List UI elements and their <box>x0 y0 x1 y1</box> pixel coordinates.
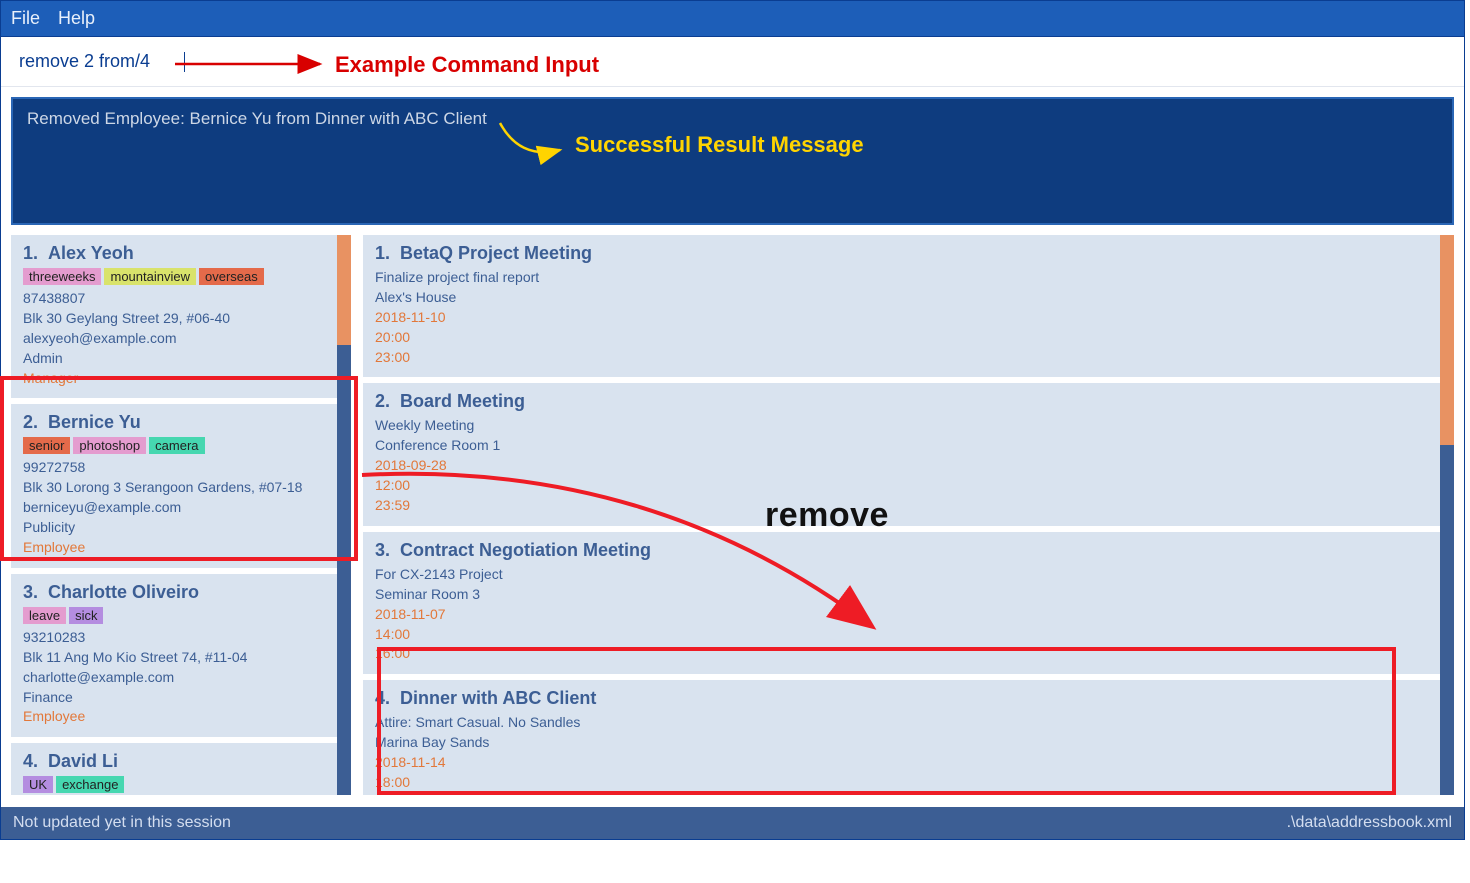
meeting-title: 4. Dinner with ABC Client <box>375 688 1428 709</box>
meeting-location: Marina Bay Sands <box>375 733 1428 752</box>
scrollbar-track[interactable] <box>337 235 351 795</box>
tag: threeweeks <box>23 268 101 285</box>
meeting-title: 3. Contract Negotiation Meeting <box>375 540 1428 561</box>
tag-row: UKexchange <box>23 776 325 793</box>
menu-bar: File Help <box>1 1 1464 37</box>
tag: photoshop <box>73 437 146 454</box>
employee-email: berniceyu@example.com <box>23 498 325 517</box>
meeting-date: 2018-11-14 <box>375 753 1428 772</box>
meeting-location: Seminar Room 3 <box>375 585 1428 604</box>
app-window: File Help Removed Employee: Bernice Yu f… <box>0 0 1465 840</box>
scrollbar-thumb[interactable] <box>1440 235 1454 445</box>
employee-list: 1. Alex Yeoh threeweeksmountainviewoverse… <box>11 235 351 795</box>
meeting-end: 23:59 <box>375 496 1428 515</box>
employee-title: 1. Alex Yeoh <box>23 243 325 264</box>
employee-card[interactable]: 4. David LiUKexchange91031282Blk 436 Ser… <box>11 743 337 795</box>
meeting-location: Alex's House <box>375 288 1428 307</box>
meeting-list: 1. BetaQ Project Meeting Finalize project… <box>363 235 1454 795</box>
meeting-card[interactable]: 1. BetaQ Project Meeting Finalize project… <box>363 235 1440 377</box>
meeting-title: 2. Board Meeting <box>375 391 1428 412</box>
meeting-desc: Weekly Meeting <box>375 416 1428 435</box>
employee-address: Blk 11 Ang Mo Kio Street 74, #11-04 <box>23 648 325 667</box>
content-area: 1. Alex Yeoh threeweeksmountainviewoverse… <box>1 235 1464 795</box>
result-panel: Removed Employee: Bernice Yu from Dinner… <box>11 97 1454 225</box>
text-cursor <box>184 52 185 72</box>
employee-phone: 87438807 <box>23 289 325 308</box>
tag: senior <box>23 437 70 454</box>
employee-role: Manager <box>23 369 325 388</box>
employee-card[interactable]: 2. Bernice Yu seniorphotoshopcamera 992727… <box>11 404 337 567</box>
result-message: Removed Employee: Bernice Yu from Dinner… <box>27 109 487 128</box>
command-bar <box>1 37 1464 87</box>
meeting-start: 20:00 <box>375 328 1428 347</box>
employee-title: 4. David Li <box>23 751 325 772</box>
employee-title: 3. Charlotte Oliveiro <box>23 582 325 603</box>
meeting-end: 23:00 <box>375 348 1428 367</box>
tag-row: seniorphotoshopcamera <box>23 437 325 454</box>
status-right: .\data\addressbook.xml <box>1287 814 1452 832</box>
tag: overseas <box>199 268 264 285</box>
menu-file[interactable]: File <box>11 8 40 29</box>
menu-help[interactable]: Help <box>58 8 95 29</box>
meeting-date: 2018-09-28 <box>375 456 1428 475</box>
tag: leave <box>23 607 66 624</box>
tag: exchange <box>56 776 124 793</box>
status-left: Not updated yet in this session <box>13 814 231 832</box>
meeting-end: 16:00 <box>375 644 1428 663</box>
command-input[interactable] <box>19 51 184 72</box>
meeting-date: 2018-11-07 <box>375 605 1428 624</box>
tag-row: leavesick <box>23 607 325 624</box>
meeting-end: 20:00 <box>375 793 1428 795</box>
meeting-desc: For CX-2143 Project <box>375 565 1428 584</box>
employee-address: Blk 30 Geylang Street 29, #06-40 <box>23 309 325 328</box>
employee-email: charlotte@example.com <box>23 668 325 687</box>
employee-dept: Finance <box>23 688 325 707</box>
meeting-title: 1. BetaQ Project Meeting <box>375 243 1428 264</box>
meeting-desc: Finalize project final report <box>375 268 1428 287</box>
scrollbar-track[interactable] <box>1440 235 1454 795</box>
employee-role: Employee <box>23 538 325 557</box>
tag: sick <box>69 607 103 624</box>
meeting-start: 18:00 <box>375 773 1428 792</box>
employee-role: Employee <box>23 707 325 726</box>
tag-row: threeweeksmountainviewoverseas <box>23 268 325 285</box>
employee-dept: Admin <box>23 349 325 368</box>
tag: mountainview <box>104 268 196 285</box>
scrollbar-thumb[interactable] <box>337 235 351 345</box>
tag: UK <box>23 776 53 793</box>
meeting-desc: Attire: Smart Casual. No Sandles <box>375 713 1428 732</box>
employee-email: alexyeoh@example.com <box>23 329 325 348</box>
employee-phone: 93210283 <box>23 628 325 647</box>
employee-card[interactable]: 1. Alex Yeoh threeweeksmountainviewoverse… <box>11 235 337 398</box>
meeting-card[interactable]: 3. Contract Negotiation Meeting For CX-21… <box>363 532 1440 674</box>
status-bar: Not updated yet in this session .\data\a… <box>1 807 1464 839</box>
employee-title: 2. Bernice Yu <box>23 412 325 433</box>
meeting-start: 12:00 <box>375 476 1428 495</box>
meeting-card[interactable]: 4. Dinner with ABC Client Attire: Smart C… <box>363 680 1440 795</box>
meeting-start: 14:00 <box>375 625 1428 644</box>
meeting-date: 2018-11-10 <box>375 308 1428 327</box>
employee-dept: Publicity <box>23 518 325 537</box>
employee-card[interactable]: 3. Charlotte Oliveiro leavesick 93210283Bl… <box>11 574 337 737</box>
employee-phone: 99272758 <box>23 458 325 477</box>
tag: camera <box>149 437 204 454</box>
employee-address: Blk 30 Lorong 3 Serangoon Gardens, #07-1… <box>23 478 325 497</box>
meeting-card[interactable]: 2. Board Meeting Weekly MeetingConference… <box>363 383 1440 525</box>
meeting-location: Conference Room 1 <box>375 436 1428 455</box>
